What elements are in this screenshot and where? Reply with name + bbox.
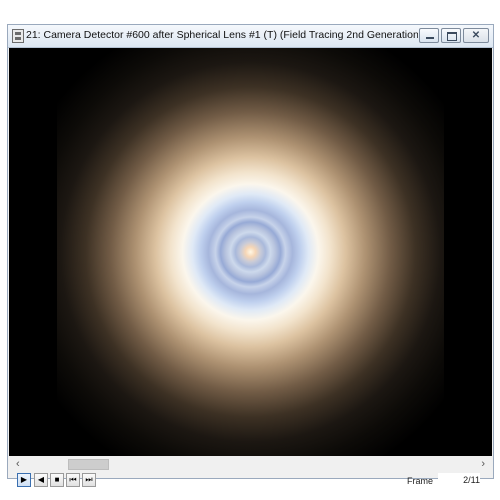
document-icon [12,29,24,43]
interference-ring-pattern [57,48,444,456]
horizontal-scrollbar[interactable]: ‹ › [9,457,492,472]
frame-counter: 2/11 [438,473,480,487]
minimize-icon [426,37,434,39]
movie-window: 21: Camera Detector #600 after Spherical… [7,24,494,487]
frame-label: Frame [407,476,434,486]
window-title: 21: Camera Detector #600 after Spherical… [26,29,418,41]
play-button[interactable]: ▶ [17,473,31,487]
close-button[interactable]: ✕ [463,28,489,43]
title-bar[interactable]: 21: Camera Detector #600 after Spherical… [8,25,493,48]
playback-controls: ▶ ◀ ■ ⏮ ⏭ Frame 2/11 [8,473,493,493]
scroll-thumb[interactable] [68,459,109,470]
first-frame-button[interactable]: ⏮ [66,473,80,487]
detector-image-view [9,48,492,456]
close-icon: ✕ [471,30,481,41]
maximize-button[interactable] [441,28,461,43]
minimize-button[interactable] [419,28,439,43]
stop-button[interactable]: ■ [50,473,64,487]
scroll-left-arrow[interactable]: ‹ [16,458,20,470]
last-frame-button[interactable]: ⏭ [82,473,96,487]
scroll-right-arrow[interactable]: › [481,458,485,470]
step-back-button[interactable]: ◀ [34,473,48,487]
window-buttons: ✕ [419,28,489,44]
maximize-icon [447,32,457,41]
